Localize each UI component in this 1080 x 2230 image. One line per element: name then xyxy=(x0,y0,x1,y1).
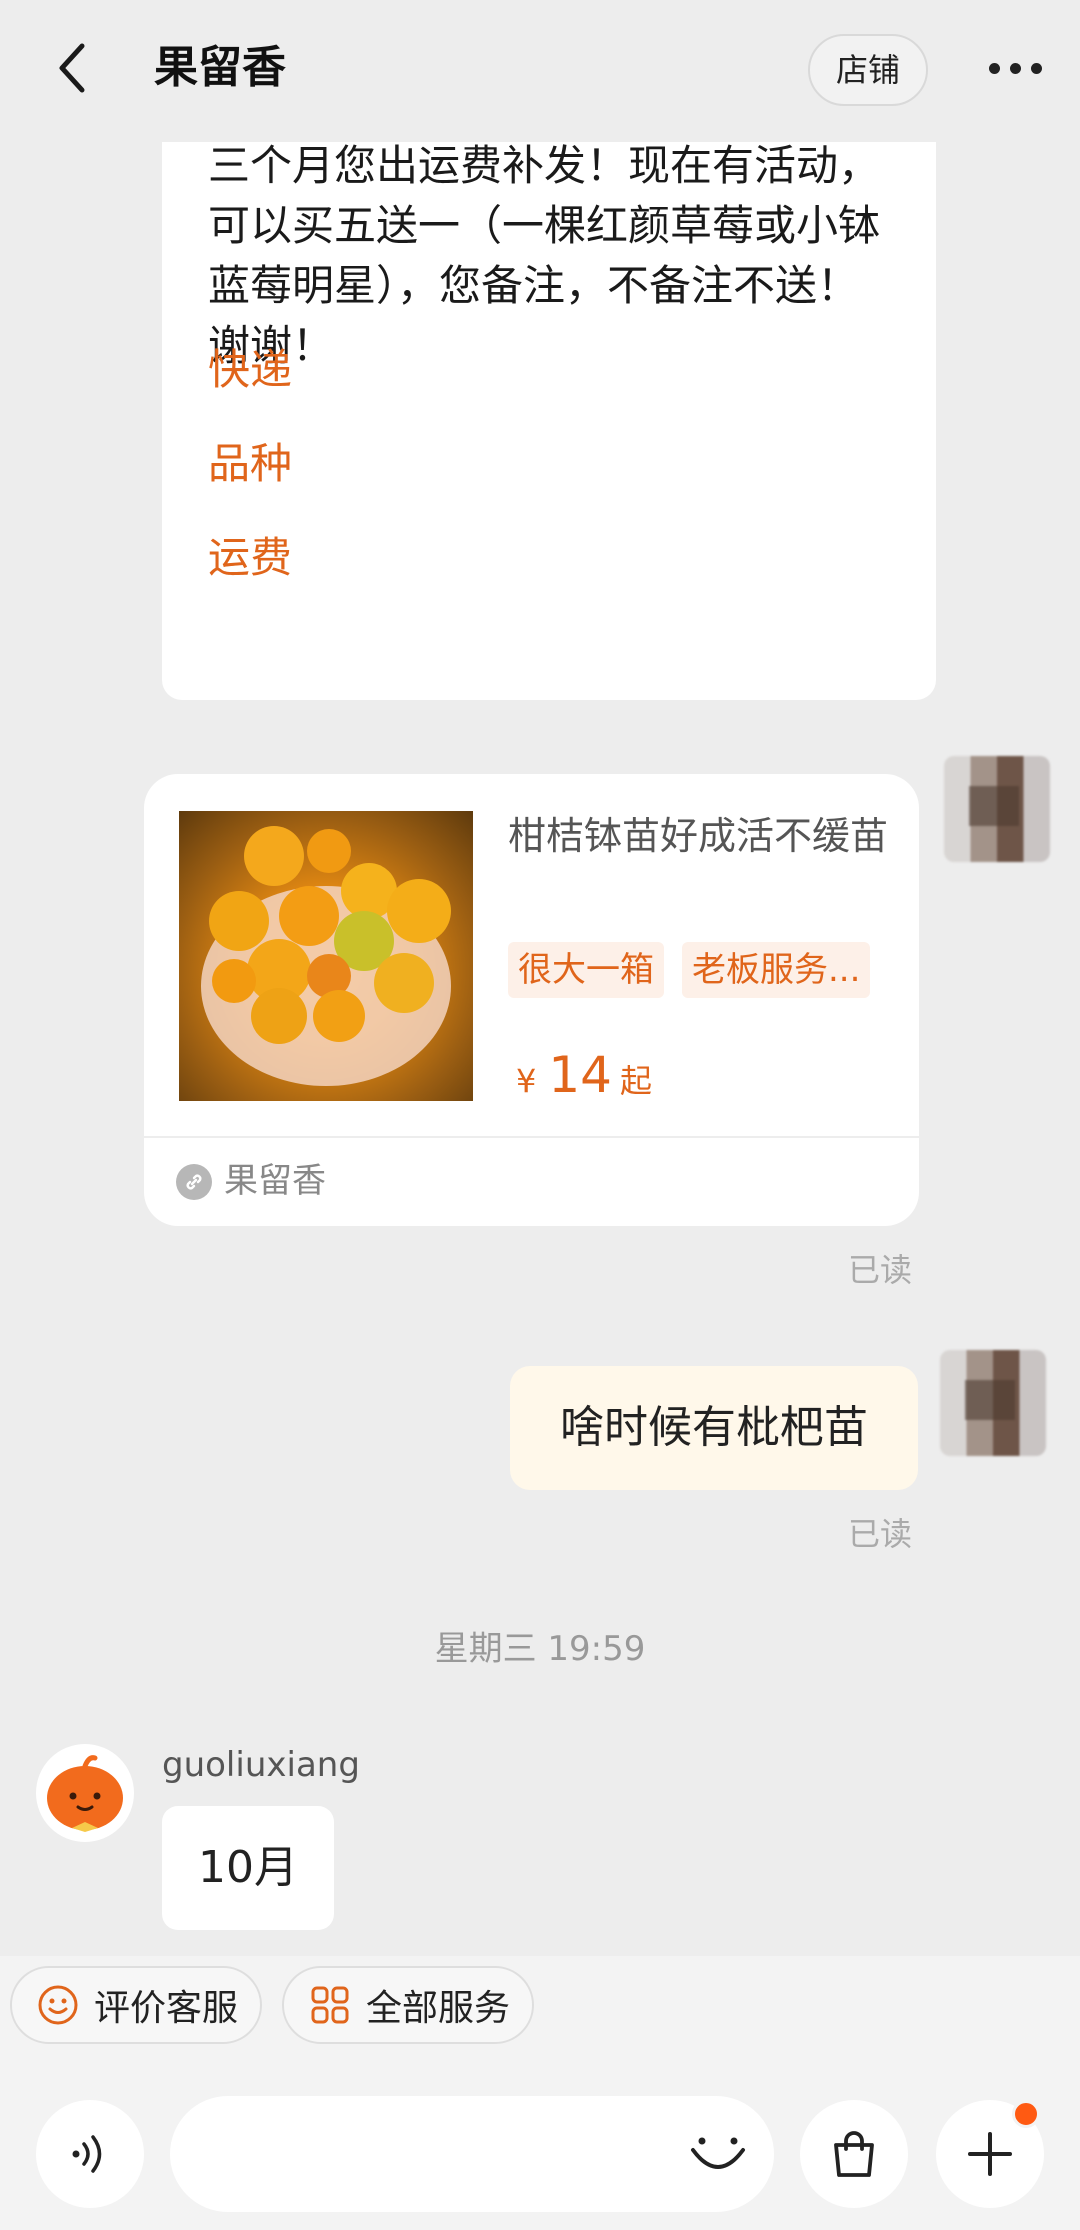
back-button[interactable] xyxy=(40,36,104,100)
currency-symbol: ¥ xyxy=(516,1062,537,1100)
more-dot-icon xyxy=(1009,62,1021,74)
quick-service-bar: 评价客服 全部服务 xyxy=(0,1956,1080,2056)
user-avatar[interactable] xyxy=(944,756,1050,862)
sender-name: guoliuxiang xyxy=(162,1745,360,1785)
link-icon xyxy=(176,1164,212,1200)
chat-header: 果留香 店铺 xyxy=(0,0,1080,142)
faq-message-text: 三个月您出运费补发！现在有活动，可以买五送一（一棵红颜草莓或小钵蓝莓明星），您备… xyxy=(208,142,881,370)
product-tag: 老板服务... xyxy=(682,942,871,998)
orange-fruit-illustration xyxy=(201,826,451,1086)
product-card-footer[interactable]: 果留香 xyxy=(144,1136,919,1226)
more-options-button[interactable] xyxy=(980,48,1050,88)
price-suffix: 起 xyxy=(619,1062,652,1100)
product-title: 柑桔钵苗好成活不缓苗 xyxy=(508,814,889,858)
faq-link-variety[interactable]: 品种 xyxy=(208,434,292,494)
faq-link-shipping-fee[interactable]: 运费 xyxy=(208,528,292,588)
read-receipt: 已读 xyxy=(848,1515,913,1553)
product-card[interactable]: 柑桔钵苗好成活不缓苗 很大一箱 老板服务... ¥ 14 起 果留香 xyxy=(144,774,919,1226)
message-timestamp: 星期三 19:59 xyxy=(434,1629,646,1669)
product-image xyxy=(179,811,473,1101)
shopping-bag-icon xyxy=(834,2131,874,2177)
emoji-button[interactable] xyxy=(686,2122,750,2186)
message-input[interactable] xyxy=(170,2096,774,2212)
product-price: ¥ 14 起 xyxy=(516,1046,652,1104)
read-receipt: 已读 xyxy=(848,1251,913,1289)
pumpkin-mascot-icon xyxy=(47,1755,123,1832)
rate-service-button[interactable]: 评价客服 xyxy=(10,1966,263,2044)
shop-button[interactable]: 店铺 xyxy=(808,34,928,106)
chevron-left-icon xyxy=(59,43,85,93)
all-services-label: 全部服务 xyxy=(366,1988,511,2029)
emoji-icon xyxy=(691,2137,745,2169)
user-avatar[interactable] xyxy=(940,1350,1046,1456)
notification-dot xyxy=(1012,2100,1040,2128)
product-shop-name: 果留香 xyxy=(224,1161,326,1201)
message-input-bar xyxy=(0,2056,1080,2230)
plus-icon xyxy=(968,2132,1012,2176)
smile-icon xyxy=(36,1983,80,2027)
faq-message-bubble: 三个月您出运费补发！现在有活动，可以买五送一（一棵红颜草莓或小钵蓝莓明星），您备… xyxy=(162,142,936,700)
user-message-bubble: 啥时候有枇杷苗 xyxy=(510,1366,918,1490)
apps-grid-icon xyxy=(308,1983,352,2027)
rate-service-label: 评价客服 xyxy=(94,1988,239,2029)
price-value: 14 xyxy=(548,1046,612,1104)
faq-link-delivery[interactable]: 快递 xyxy=(208,340,292,400)
shop-avatar[interactable] xyxy=(36,1744,134,1842)
more-dot-icon xyxy=(988,62,1000,74)
shop-message-bubble: 10月 xyxy=(162,1806,334,1930)
chat-title: 果留香 xyxy=(154,42,286,93)
chat-messages[interactable]: 三个月您出运费补发！现在有活动，可以买五送一（一棵红颜草莓或小钵蓝莓明星），您备… xyxy=(0,142,1080,1956)
voice-icon xyxy=(72,2135,102,2173)
all-services-button[interactable]: 全部服务 xyxy=(282,1966,535,2044)
voice-input-button[interactable] xyxy=(36,2100,144,2208)
product-tag: 很大一箱 xyxy=(508,942,664,998)
more-dot-icon xyxy=(1030,62,1042,74)
order-bag-button[interactable] xyxy=(800,2100,908,2208)
